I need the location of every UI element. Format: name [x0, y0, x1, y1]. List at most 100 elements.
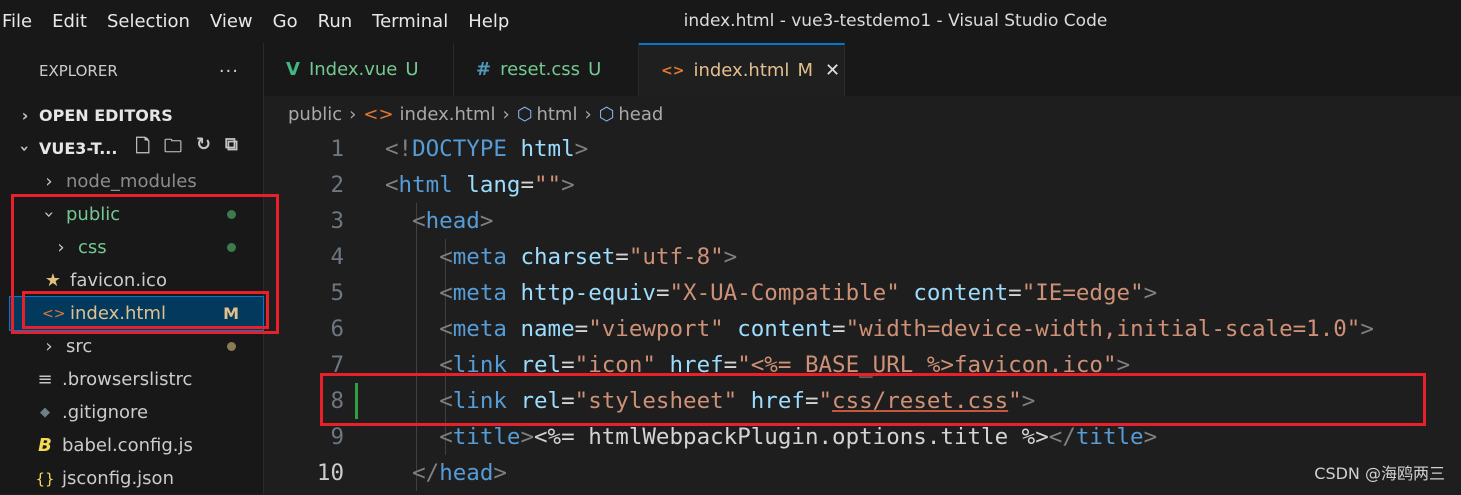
tree-item-src[interactable]: › src [10, 330, 263, 363]
html-file-icon: <> [661, 62, 685, 79]
more-actions-icon[interactable]: ··· [219, 61, 239, 82]
menu-item-terminal[interactable]: Terminal [362, 0, 458, 43]
code-line: 3 <head> [264, 203, 1461, 239]
code-token: = [561, 388, 575, 414]
menu-item-go[interactable]: Go [263, 0, 308, 43]
tree-item-css[interactable]: › css [10, 231, 263, 264]
chevron-right-icon: › [57, 237, 65, 258]
watermark: CSDN @海鸥两三 [1314, 464, 1445, 483]
menu-item-run[interactable]: Run [308, 0, 363, 43]
chevron-right-icon: › [349, 103, 357, 125]
git-status-dot [227, 243, 236, 252]
tree-item-label: node_modules [66, 171, 197, 192]
tree-item-public[interactable]: › public [10, 198, 263, 231]
tree-item-label: public [66, 204, 121, 225]
code-token: = [561, 352, 575, 378]
code-token: rel [520, 388, 562, 414]
tree-item-babel-config-js[interactable]: Bbabel.config.js [10, 429, 263, 462]
code-token: css/reset.css [832, 388, 1009, 414]
code-token: DOCTYPE [412, 136, 507, 162]
code-token: title [452, 424, 521, 450]
tree-item--gitignore[interactable]: ◆ .gitignore [10, 396, 263, 429]
code-token: head [425, 208, 480, 234]
project-section[interactable]: › VUE3-T... 🗋 🗀 ↻ ⧉ [10, 132, 263, 165]
code-token: > [1021, 388, 1036, 414]
breadcrumb-item-html[interactable]: html [536, 104, 577, 125]
open-editors-label: OPEN EDITORS [39, 106, 173, 125]
menu-item-selection[interactable]: Selection [97, 0, 200, 43]
code-token: "utf-8" [628, 244, 724, 270]
refresh-icon[interactable]: ↻ [196, 134, 211, 164]
css-icon: # [476, 59, 492, 80]
tree-item-index-html[interactable]: <> index.html M [9, 296, 264, 331]
new-folder-icon[interactable]: 🗀 [164, 134, 182, 164]
code-line: 4 <meta charset="utf-8"> [264, 239, 1461, 275]
code-token: "viewport" [588, 316, 724, 342]
new-file-icon[interactable]: 🗋 [135, 134, 149, 164]
code-token: > [1143, 280, 1158, 306]
code-token: "icon" [574, 352, 656, 378]
cube-icon: ⬡ [598, 103, 615, 125]
tab-label: index.html [693, 60, 790, 81]
chevron-right-icon: › [502, 103, 510, 125]
code-token: = [574, 316, 589, 342]
menu-item-edit[interactable]: Edit [42, 0, 97, 43]
code-token: "<%= BASE_URL %>favicon.ico" [737, 352, 1117, 378]
chevron-right-icon: › [584, 103, 592, 125]
tree-item-label: babel.config.js [62, 435, 193, 456]
tab-index-html[interactable]: <> index.html M ✕ [639, 43, 845, 96]
code-token: link [452, 388, 507, 414]
code-token: meta [452, 280, 507, 306]
tree-item-favicon-ico[interactable]: ★ favicon.ico [10, 264, 263, 297]
menu-item-view[interactable]: View [200, 0, 263, 43]
breadcrumb-item-head[interactable]: head [618, 104, 663, 125]
tree-item-label: .gitignore [62, 402, 149, 423]
collapse-all-icon[interactable]: ⧉ [225, 134, 238, 164]
tab-badge: U [405, 59, 419, 80]
code-token: = [723, 352, 738, 378]
code-token: "css/reset.css" [818, 388, 1022, 414]
open-editors-section[interactable]: › OPEN EDITORS [10, 99, 263, 132]
line-number: 7 [330, 352, 344, 378]
chevron-down-icon: › [38, 210, 60, 219]
code-token: content [737, 316, 833, 342]
git-status-badge: M [223, 304, 239, 323]
tree-item-jsconfig-json[interactable]: {} jsconfig.json [10, 462, 263, 495]
tree-item-node-modules[interactable]: › node_modules [10, 165, 263, 198]
code-line: 5 <meta http-equiv="X-UA-Compatible" con… [264, 275, 1461, 311]
git-status-dot [227, 210, 236, 219]
tab-label: reset.css [500, 59, 581, 80]
editor-tabs: V Index.vue U # reset.css U <> index.html M ✕ [264, 43, 1461, 96]
tab-index-vue[interactable]: V Index.vue U [264, 43, 454, 96]
code-token: = [1008, 280, 1022, 306]
tree-item-label: index.html [70, 303, 166, 324]
line-number: 10 [316, 460, 344, 486]
code-token: html [398, 172, 453, 198]
code-token: meta [452, 316, 507, 342]
code-token: href [669, 352, 724, 378]
chevron-right-icon: › [45, 171, 53, 192]
code-token: title [1075, 424, 1144, 450]
tab-badge: U [588, 59, 602, 80]
close-icon[interactable]: ✕ [825, 60, 840, 81]
code-token: > [561, 172, 575, 198]
code-text: <link rel="icon" href="<%= BASE_URL %>fa… [385, 352, 1130, 378]
tree-item-label: css [78, 237, 107, 258]
git-status-dot [227, 342, 236, 351]
breadcrumb-item-public[interactable]: public [288, 104, 342, 125]
tab-reset-css[interactable]: # reset.css U [454, 43, 639, 96]
menu-item-help[interactable]: Help [458, 0, 519, 43]
tree-item-label: .browserslistrc [62, 369, 193, 390]
code-token: = [832, 316, 846, 342]
tree-item-label: src [66, 336, 93, 357]
explorer-header: EXPLORER ··· [10, 43, 263, 99]
code-token: http-equiv [520, 280, 656, 306]
breadcrumb-item-file[interactable]: index.html [400, 104, 496, 125]
code-token: head [439, 460, 494, 486]
code-line: 9 <title><%= htmlWebpackPlugin.options.t… [264, 419, 1461, 455]
menu-item-file[interactable]: File [2, 0, 42, 43]
code-text: <title><%= htmlWebpackPlugin.options.tit… [385, 424, 1157, 450]
code-text: <meta charset="utf-8"> [385, 244, 737, 270]
tree-item--browserslistrc[interactable]: ≡ .browserslistrc [10, 363, 263, 396]
code-token: > [493, 460, 507, 486]
